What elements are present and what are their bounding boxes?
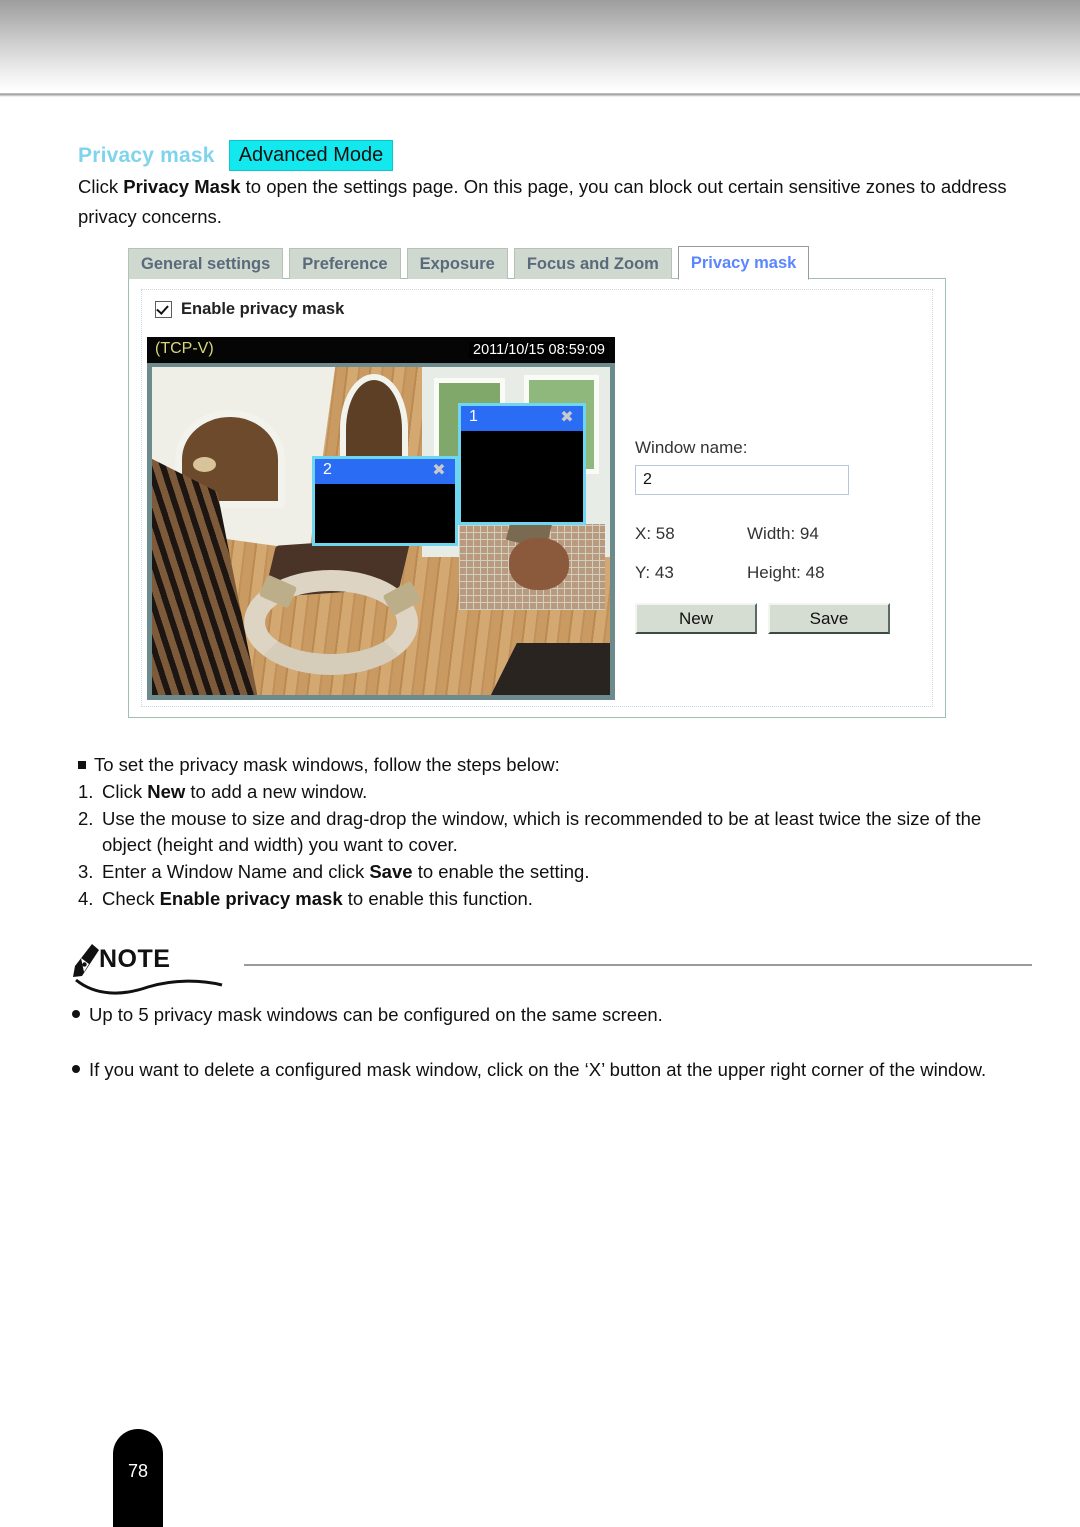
mask-window-1[interactable]: 1 ✖ [458, 403, 586, 525]
tab-preference[interactable]: Preference [289, 247, 401, 279]
tab-general-settings[interactable]: General settings [128, 247, 284, 279]
height-field: Height: 48 [747, 564, 825, 581]
privacy-mask-panel: Enable privacy mask (TCP-V) 2011/10/15 0… [128, 278, 946, 718]
width-value: 94 [799, 524, 819, 543]
steps-intro-text: To set the privacy mask windows, follow … [94, 754, 560, 775]
coordinate-row-y-height: Y: 43 Height: 48 [635, 564, 915, 581]
mask-window-2[interactable]: 2 ✖ [312, 456, 458, 546]
advanced-mode-badge: Advanced Mode [228, 140, 394, 171]
y-label: Y: [635, 563, 651, 582]
mask-window-2-body [315, 484, 455, 543]
intro-bold-term: Privacy Mask [123, 176, 241, 197]
note-swoosh-underline [75, 978, 223, 995]
new-button[interactable]: New [635, 603, 757, 634]
width-field: Width: 94 [747, 525, 819, 542]
step-item-2: 2. Use the mouse to size and drag-drop t… [78, 806, 1023, 858]
step-3-pre: Enter a Window Name and click [102, 861, 370, 882]
note-block: NOTE Up to 5 privacy mask windows can be… [72, 944, 1032, 1110]
x-field: X: 58 [635, 525, 747, 542]
armchair [509, 537, 569, 591]
page-title: Privacy mask [78, 144, 215, 167]
round-bullet-icon [72, 1010, 80, 1018]
step-1-text: Click New to add a new window. [102, 779, 367, 805]
x-label: X: [635, 524, 652, 543]
video-frame[interactable]: 1 ✖ 2 ✖ [147, 363, 615, 700]
window-name-input[interactable] [635, 465, 849, 495]
video-timestamp: 2011/10/15 08:59:09 [469, 342, 609, 359]
intro-prefix: Click [78, 176, 124, 197]
section-heading: Privacy mask Advanced Mode [78, 140, 394, 171]
steps-list: To set the privacy mask windows, follow … [78, 752, 1023, 913]
step-item-1: 1. Click New to add a new window. [78, 779, 1023, 805]
note-item-1-text: Up to 5 privacy mask windows can be conf… [89, 1004, 663, 1025]
step-1-post: to add a new window. [185, 781, 368, 802]
window-name-label: Window name: [635, 438, 748, 457]
step-4-post: to enable this function. [342, 888, 533, 909]
embedded-ui-screenshot: General settings Preference Exposure Foc… [128, 243, 946, 718]
height-label: Height: [747, 563, 801, 582]
coordinate-row-x-width: X: 58 Width: 94 [635, 525, 915, 542]
step-4-pre: Check [102, 888, 160, 909]
video-stream-protocol: (TCP-V) [155, 340, 214, 357]
tab-focus-and-zoom[interactable]: Focus and Zoom [513, 247, 672, 279]
enable-privacy-mask-checkbox[interactable] [155, 301, 172, 318]
step-3-text: Enter a Window Name and click Save to en… [102, 859, 589, 885]
step-2-text: Use the mouse to size and drag-drop the … [102, 808, 982, 855]
step-4-bold: Enable privacy mask [159, 888, 343, 909]
page-number-tab: 78 [113, 1429, 163, 1527]
video-status-bar: (TCP-V) 2011/10/15 08:59:09 [147, 337, 615, 363]
mask-window-1-number: 1 [469, 408, 478, 425]
note-header: NOTE [72, 944, 1032, 995]
step-1-pre: Click [102, 781, 148, 802]
note-item-2: If you want to delete a configured mask … [72, 1055, 1032, 1084]
intro-paragraph: Click Privacy Mask to open the settings … [78, 172, 1013, 232]
step-1-bold: New [147, 781, 186, 802]
step-4-number: 4. [78, 888, 94, 909]
note-heading: NOTE [99, 945, 171, 973]
live-video-viewport: (TCP-V) 2011/10/15 08:59:09 1 ✖ 2 ✖ [147, 337, 615, 700]
x-value: 58 [655, 524, 675, 543]
mask-controls: Window name: X: 58 Width: 94 Y: 43 Heigh… [635, 439, 915, 634]
enable-privacy-mask-row[interactable]: Enable privacy mask [155, 301, 344, 318]
note-item-list: Up to 5 privacy mask windows can be conf… [72, 1000, 1032, 1084]
step-3-number: 3. [78, 861, 94, 882]
enable-privacy-mask-label: Enable privacy mask [181, 300, 345, 319]
page-number: 78 [127, 1461, 149, 1481]
steps-intro-row: To set the privacy mask windows, follow … [78, 752, 1023, 778]
mask-window-1-close-icon[interactable]: ✖ [559, 410, 575, 426]
step-item-4: 4. Check Enable privacy mask to enable t… [78, 886, 1023, 912]
mask-button-row: New Save [635, 603, 915, 634]
note-item-2-text: If you want to delete a configured mask … [89, 1059, 987, 1080]
step-4-text: Check Enable privacy mask to enable this… [102, 886, 533, 912]
y-value: 43 [654, 563, 674, 582]
pen-nib-icon [73, 944, 99, 977]
width-label: Width: [747, 524, 796, 543]
settings-tab-strip: General settings Preference Exposure Foc… [128, 243, 946, 280]
round-bullet-icon [72, 1065, 80, 1073]
tab-privacy-mask[interactable]: Privacy mask [677, 245, 810, 280]
document-page: Privacy mask Advanced Mode Click Privacy… [0, 0, 1080, 1527]
height-value: 48 [805, 563, 825, 582]
y-field: Y: 43 [635, 564, 747, 581]
mask-window-2-number: 2 [323, 461, 332, 478]
step-2-number: 2. [78, 808, 94, 829]
tab-exposure[interactable]: Exposure [406, 247, 508, 279]
mask-window-2-close-icon[interactable]: ✖ [431, 463, 447, 479]
step-item-3: 3. Enter a Window Name and click Save to… [78, 859, 1023, 885]
save-button[interactable]: Save [768, 603, 890, 634]
mask-coordinates: X: 58 Width: 94 Y: 43 Height: 48 [635, 525, 915, 581]
note-rule [244, 964, 1032, 966]
square-bullet-icon [78, 761, 86, 769]
step-3-bold: Save [369, 861, 413, 882]
mask-window-1-titlebar[interactable]: 1 ✖ [461, 406, 583, 431]
mask-window-2-titlebar[interactable]: 2 ✖ [315, 459, 455, 484]
step-3-post: to enable the setting. [412, 861, 590, 882]
step-1-number: 1. [78, 781, 94, 802]
mask-window-1-body [461, 431, 583, 522]
note-item-1: Up to 5 privacy mask windows can be conf… [72, 1000, 1032, 1029]
